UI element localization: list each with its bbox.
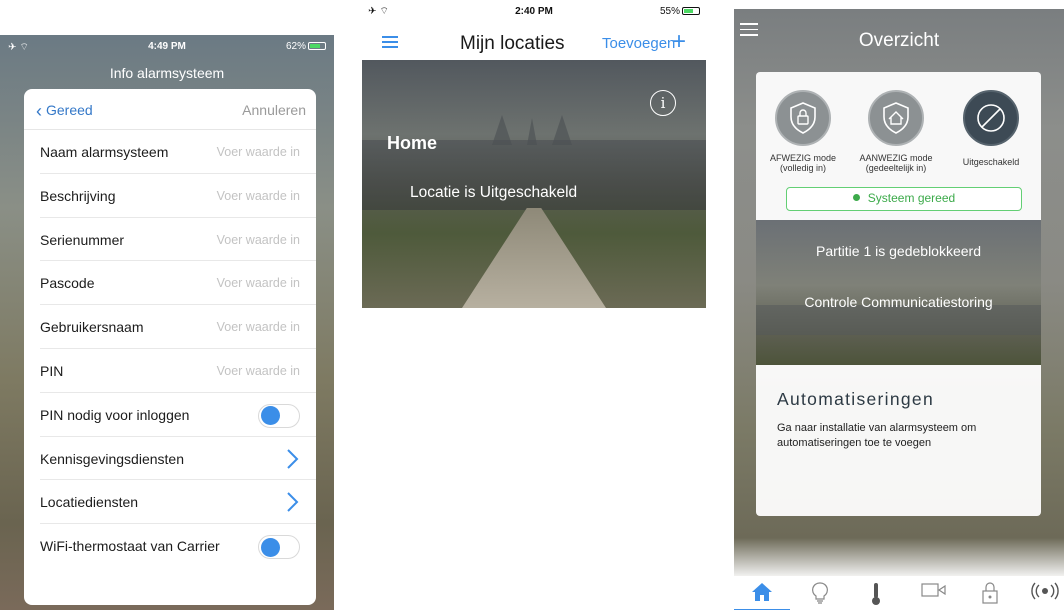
cancel-button[interactable]: Annuleren <box>242 102 306 118</box>
nav-bar: Mijn locaties Toevoegen + <box>362 24 706 60</box>
status-battery: 55% <box>660 6 700 17</box>
battery-percent: 55% <box>659 6 680 17</box>
away-mode-button[interactable]: AFWEZIG mode (volledig in) <box>758 90 848 173</box>
wifi-thermostat-row: WiFi-thermostaat van Carrier <box>40 524 316 568</box>
field-label: PIN <box>40 362 64 379</box>
shield-home-icon <box>868 90 924 146</box>
field-input[interactable]: Voer waarde in <box>217 276 300 290</box>
field-label: Pascode <box>40 275 95 292</box>
overview-panel: AFWEZIG mode (volledig in) AANWEZIG mode(… <box>756 72 1041 516</box>
automations-section: Automatiseringen Ga naar installatie van… <box>756 365 1041 516</box>
tab-home[interactable] <box>734 582 790 610</box>
field-input[interactable]: Voer waarde in <box>217 189 300 203</box>
field-row-username[interactable]: Gebruikersnaam Voer waarde in <box>40 305 316 349</box>
home-mode-button[interactable]: AANWEZIG mode (gedeeltelijk in) <box>851 90 941 173</box>
chevron-left-icon: ‹ <box>36 101 42 121</box>
camera-icon <box>921 583 946 597</box>
header: Overzicht <box>734 9 1064 79</box>
tab-locks[interactable] <box>976 582 1004 604</box>
field-row-serial[interactable]: Serienummer Voer waarde in <box>40 218 316 262</box>
mode-label: Uitgeschakeld <box>962 157 1020 167</box>
tab-cameras[interactable] <box>920 582 948 604</box>
shield-lock-icon <box>775 90 831 146</box>
automations-description: Ga naar installatie van alarmsysteem om … <box>777 422 977 449</box>
back-button[interactable]: ‹ Gereed <box>36 101 93 122</box>
thermometer-icon <box>872 583 880 605</box>
lock-icon <box>982 582 998 604</box>
partition-message: Partitie 1 is gedeblokkeerd <box>816 243 981 259</box>
info-icon[interactable]: i <box>650 90 676 116</box>
mode-sublabel: (gedeeltelijk in) <box>865 163 927 173</box>
locations-screen: ✈ ⌔ 2:40 PM 55% Mijn locaties Toevoegen … <box>362 0 706 610</box>
chevron-right-icon <box>287 492 299 513</box>
toggle-knob <box>261 406 280 426</box>
status-battery: 62% <box>286 41 326 52</box>
plus-icon[interactable]: + <box>672 28 686 56</box>
field-input[interactable]: Voer waarde in <box>217 233 300 247</box>
pin-login-row: PIN nodig voor inloggen <box>40 393 316 437</box>
mode-label: AANWEZIG mode <box>859 153 933 163</box>
communication-message[interactable]: Controle Communicatiestoring <box>756 294 1041 310</box>
wifi-thermostat-label: WiFi-thermostaat van Carrier <box>40 538 220 555</box>
overview-screen: Overzicht AFWEZIG mode (volledig in) AANW… <box>734 9 1064 610</box>
tab-thermostat[interactable] <box>862 582 890 605</box>
alarm-info-screen: ✈ ⌔ 4:49 PM 62% Info alarmsysteem ‹ Geree… <box>0 35 334 610</box>
page-title: Info alarmsysteem <box>109 65 225 81</box>
home-icon <box>752 583 772 601</box>
battery-icon <box>682 7 700 16</box>
system-ready-badge: Systeem gereed <box>786 187 1022 211</box>
mode-sublabel: (volledig in) <box>779 163 827 173</box>
road-image <box>462 208 606 308</box>
system-ready-text: Systeem gereed <box>867 191 956 205</box>
back-label: Gereed <box>46 102 93 118</box>
status-time: 2:40 PM <box>515 6 553 17</box>
field-label: Naam alarmsysteem <box>40 144 169 160</box>
settings-card: ‹ Gereed Annuleren Naam alarmsysteem Voer … <box>24 89 316 605</box>
status-messages: Partitie 1 is gedeblokkeerd Controle Com… <box>756 220 1041 365</box>
field-label: Gebruikersnaam <box>40 319 144 336</box>
chevron-right-icon <box>287 448 299 469</box>
page-title: Overzicht <box>858 30 940 51</box>
bulb-icon <box>812 582 828 604</box>
field-row-name[interactable]: Naam alarmsysteem Voer waarde in <box>40 130 316 174</box>
page-title: Mijn locaties <box>460 33 565 54</box>
status-bar: ✈ ⌔ 2:40 PM 55% <box>362 0 706 24</box>
location-name: Home <box>387 133 438 153</box>
notifications-row[interactable]: Kennisgevingsdiensten <box>40 437 316 481</box>
add-location-button[interactable]: Toevoegen <box>602 35 675 52</box>
notifications-label: Kennisgevingsdiensten <box>40 450 184 467</box>
battery-icon <box>308 42 326 51</box>
signal-icon <box>1031 582 1059 600</box>
location-services-label: Locatiediensten <box>40 494 139 511</box>
field-row-pin[interactable]: PIN Voer waarde in <box>40 349 316 393</box>
status-dot <box>852 194 860 201</box>
pin-login-label: PIN nodig voor inloggen <box>40 406 190 423</box>
status-bar: ✈ ⌔ 4:49 PM 62% <box>0 35 334 55</box>
pin-login-toggle[interactable] <box>258 403 300 428</box>
mode-label: AFWEZIG mode <box>769 153 836 163</box>
field-row-description[interactable]: Beschrijving Voer waarde in <box>40 174 316 218</box>
field-row-passcode[interactable]: Pascode Voer waarde in <box>40 261 316 306</box>
wifi-thermostat-toggle[interactable] <box>258 535 300 560</box>
battery-percent: 62% <box>285 41 306 52</box>
field-label: Beschrijving <box>40 187 116 204</box>
card-header: ‹ Gereed Annuleren <box>24 89 316 130</box>
hamburger-menu-icon[interactable] <box>382 36 398 48</box>
field-label: Serienummer <box>40 231 125 248</box>
field-input[interactable]: Voer waarde in <box>217 145 300 159</box>
location-card[interactable]: i Home Locatie is Uitgeschakeld <box>362 60 706 308</box>
tab-bar <box>734 576 1064 610</box>
arm-modes: AFWEZIG mode (volledig in) AANWEZIG mode(… <box>756 72 1041 220</box>
toggle-knob <box>261 537 280 557</box>
location-state: Locatie is Uitgeschakeld <box>410 184 578 201</box>
status-time: 4:49 PM <box>148 41 186 52</box>
field-input[interactable]: Voer waarde in <box>217 320 300 334</box>
disarmed-mode-button[interactable]: Uitgeschakeld <box>946 90 1036 167</box>
field-input[interactable]: Voer waarde in <box>217 364 300 378</box>
tab-sensors[interactable] <box>1030 582 1059 604</box>
disabled-icon <box>963 90 1019 146</box>
automations-title: Automatiseringen <box>777 389 934 409</box>
tab-lights[interactable] <box>806 582 834 604</box>
location-services-row[interactable]: Locatiediensten <box>40 480 316 525</box>
